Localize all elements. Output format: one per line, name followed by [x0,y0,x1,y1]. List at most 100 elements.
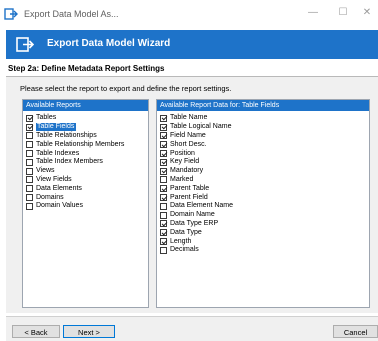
report-list-item[interactable]: Table Relationships [23,132,148,141]
report-data-item[interactable]: Table Logical Name [157,123,369,132]
wizard-footer: < Back Next > Cancel [6,316,378,341]
checkbox[interactable] [26,185,33,193]
checkbox[interactable] [26,114,33,122]
item-label: Views [36,167,55,175]
item-label: Key Field [170,158,200,166]
minimize-button[interactable]: — [306,7,320,18]
item-label: Table Logical Name [170,123,232,131]
report-data-item[interactable]: Key Field [157,158,369,167]
item-label: Table Relationship Members [36,140,125,148]
report-list-item[interactable]: Table Relationship Members [23,140,148,149]
checkbox[interactable] [160,123,167,131]
item-label: Data Element Name [170,202,234,210]
checkbox[interactable] [26,194,33,202]
report-data-item[interactable]: Position [157,149,369,158]
item-label: Table Relationships [36,131,97,139]
report-list-item[interactable]: Tables [23,114,148,123]
item-label: Length [170,237,192,245]
checkbox[interactable] [160,141,167,149]
item-label: Table Index Members [36,158,103,166]
item-label: Data Type ERP [170,219,219,227]
checkbox[interactable] [160,150,167,158]
report-list-item[interactable]: Table Fields [23,123,148,132]
report-data-item[interactable]: Field Name [157,132,369,141]
item-label: Field Name [170,131,206,139]
wizard-banner: Export Data Model Wizard [6,30,378,59]
item-label: Marked [170,175,194,183]
checkbox[interactable] [160,194,167,202]
checkbox[interactable] [26,150,33,158]
report-list-item[interactable]: Table Indexes [23,149,148,158]
available-reports-list[interactable]: Available Reports Tables Table Fields Tabl… [22,99,149,308]
item-label: Parent Field [170,193,208,201]
window-title: Export Data Model As... [24,9,119,19]
report-data-item[interactable]: Short Desc. [157,140,369,149]
step-header: Step 2a: Define Metadata Report Settings [6,60,378,77]
next-button[interactable]: Next > [63,325,115,338]
item-label: Table Indexes [36,149,80,157]
item-label: Table Name [170,114,208,122]
item-label: Data Type [170,228,202,236]
checkbox[interactable] [160,132,167,140]
report-list-item[interactable]: View Fields [23,176,148,185]
report-data-item[interactable]: Parent Field [157,193,369,202]
report-data-item[interactable]: Marked [157,176,369,185]
report-data-item[interactable]: Data Element Name [157,202,369,211]
checkbox[interactable] [160,220,167,228]
report-list-item[interactable]: Views [23,167,148,176]
report-list-item[interactable]: Table Index Members [23,158,148,167]
item-label: Domains [36,193,64,201]
back-button[interactable]: < Back [12,325,60,338]
checkbox[interactable] [160,211,167,219]
checkbox[interactable] [160,176,167,184]
report-data-item[interactable]: Length [157,237,369,246]
item-label: View Fields [36,175,72,183]
report-list-item[interactable]: Domains [23,193,148,202]
item-label: Parent Table [170,184,210,192]
item-label: Domain Values [36,202,83,210]
item-label: Table Fields [36,123,77,132]
checkbox[interactable] [160,158,167,166]
checkbox[interactable] [160,185,167,193]
report-data-item[interactable]: Table Name [157,114,369,123]
wizard-content: Please select the report to export and d… [6,77,378,313]
report-data-item[interactable]: Mandatory [157,167,369,176]
maximize-button[interactable]: ☐ [336,7,350,18]
item-label: Data Elements [36,184,82,192]
report-list-item[interactable]: Domain Values [23,202,148,211]
checkbox[interactable] [26,132,33,140]
cancel-button[interactable]: Cancel [333,325,378,338]
checkbox[interactable] [26,158,33,166]
report-data-item[interactable]: Data Type [157,228,369,237]
checkbox[interactable] [160,246,167,254]
checkbox[interactable] [26,141,33,149]
title-bar: Export Data Model As... — ☐ ✕ [0,0,378,28]
checkbox[interactable] [26,123,33,131]
checkbox[interactable] [160,202,167,210]
checkbox[interactable] [160,167,167,175]
item-label: Tables [36,114,57,122]
report-data-header: Available Report Data for: Table Fields [157,100,369,111]
report-data-item[interactable]: Data Type ERP [157,220,369,229]
report-list-item[interactable]: Data Elements [23,184,148,193]
checkbox[interactable] [26,167,33,175]
report-data-item[interactable]: Decimals [157,246,369,255]
close-button[interactable]: ✕ [360,7,374,18]
export-arrow-icon [16,37,34,52]
checkbox[interactable] [160,114,167,122]
item-label: Position [170,149,195,157]
instruction-text: Please select the report to export and d… [20,84,232,93]
available-reports-header: Available Reports [23,100,148,111]
report-data-list[interactable]: Available Report Data for: Table Fields … [156,99,370,308]
report-data-item[interactable]: Domain Name [157,211,369,220]
item-label: Decimals [170,246,199,254]
report-data-item[interactable]: Parent Table [157,184,369,193]
item-label: Domain Name [170,211,215,219]
checkbox[interactable] [26,176,33,184]
item-label: Short Desc. [170,140,207,148]
checkbox[interactable] [26,202,33,210]
wizard-title: Export Data Model Wizard [47,38,171,49]
checkbox[interactable] [160,229,167,237]
checkbox[interactable] [160,238,167,246]
step-title: Step 2a: Define Metadata Report Settings [8,64,165,73]
